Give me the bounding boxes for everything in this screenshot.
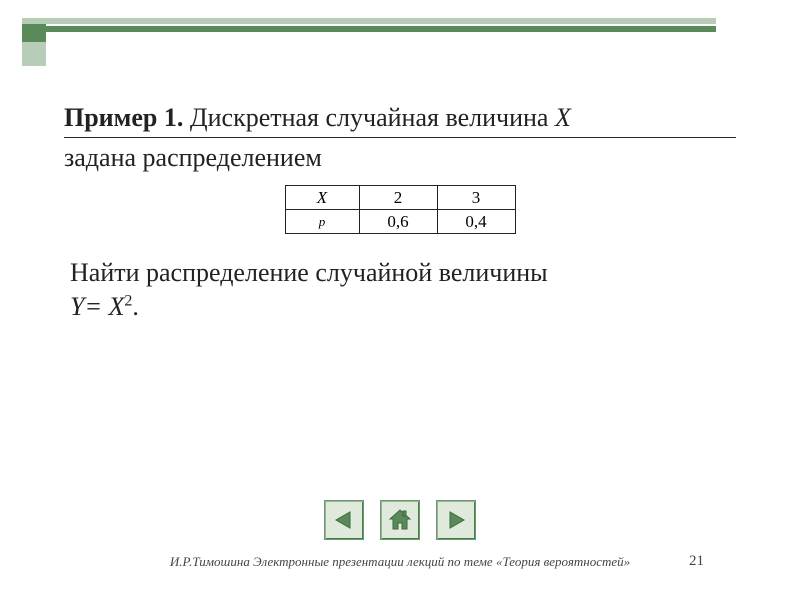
variable-x: X [555,103,571,132]
table-row: p 0,6 0,4 [285,210,515,234]
task-equation: Y= X [70,292,124,321]
task-line1: Найти распределение случайной величины [70,258,548,287]
decorative-header-bar [22,18,778,40]
next-button[interactable] [436,500,476,540]
table-header-x: X [285,186,359,210]
task-text: Найти распределение случайной величины Y… [70,256,736,324]
task-tail: . [132,292,139,321]
slide: Пример 1. Дискретная случайная величина … [0,0,800,600]
header-line-dark [22,26,716,32]
header-line-light [22,18,716,24]
page-number: 21 [689,553,704,570]
arrow-right-icon [444,508,468,532]
heading-text-b: задана распределением [64,140,736,175]
distribution-table: X 2 3 p 0,6 0,4 [285,185,516,234]
heading-text-a: Дискретная случайная величина [183,103,555,132]
heading-underline-wrap [64,137,736,138]
example-heading: Пример 1. Дискретная случайная величина … [64,100,736,135]
slide-content: Пример 1. Дискретная случайная величина … [64,100,736,324]
prev-button[interactable] [324,500,364,540]
table-cell: 0,4 [437,210,515,234]
nav-controls [0,500,800,540]
header-square-light [22,42,46,66]
table-cell: 3 [437,186,515,210]
arrow-left-icon [332,508,356,532]
table-cell: 2 [359,186,437,210]
table-header-p: p [285,210,359,234]
table-row: X 2 3 [285,186,515,210]
home-button[interactable] [380,500,420,540]
heading-underline [64,137,736,138]
table-cell: 0,6 [359,210,437,234]
footer-citation: И.Р.Тимошина Электронные презентации лек… [0,554,800,570]
example-label: Пример 1. [64,103,183,132]
home-icon [387,507,413,533]
